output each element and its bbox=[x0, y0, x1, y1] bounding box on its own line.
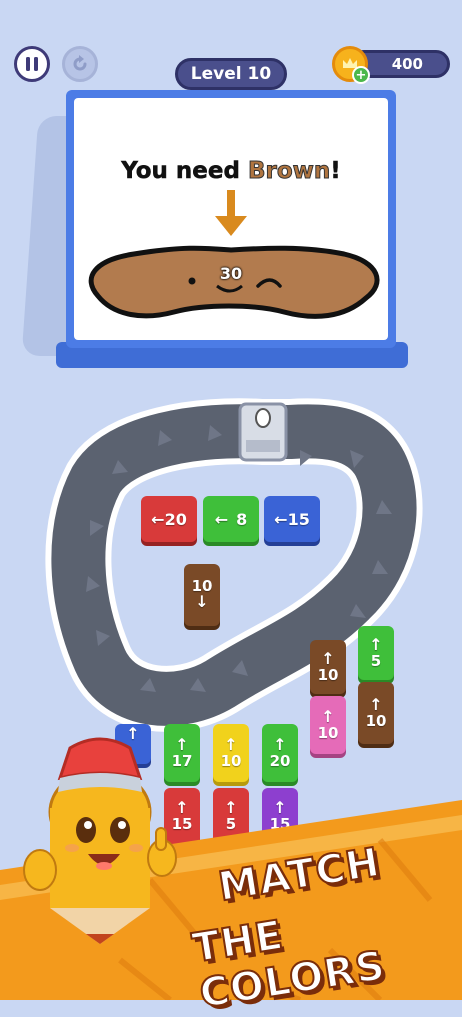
pencil-mascot bbox=[23, 737, 177, 944]
